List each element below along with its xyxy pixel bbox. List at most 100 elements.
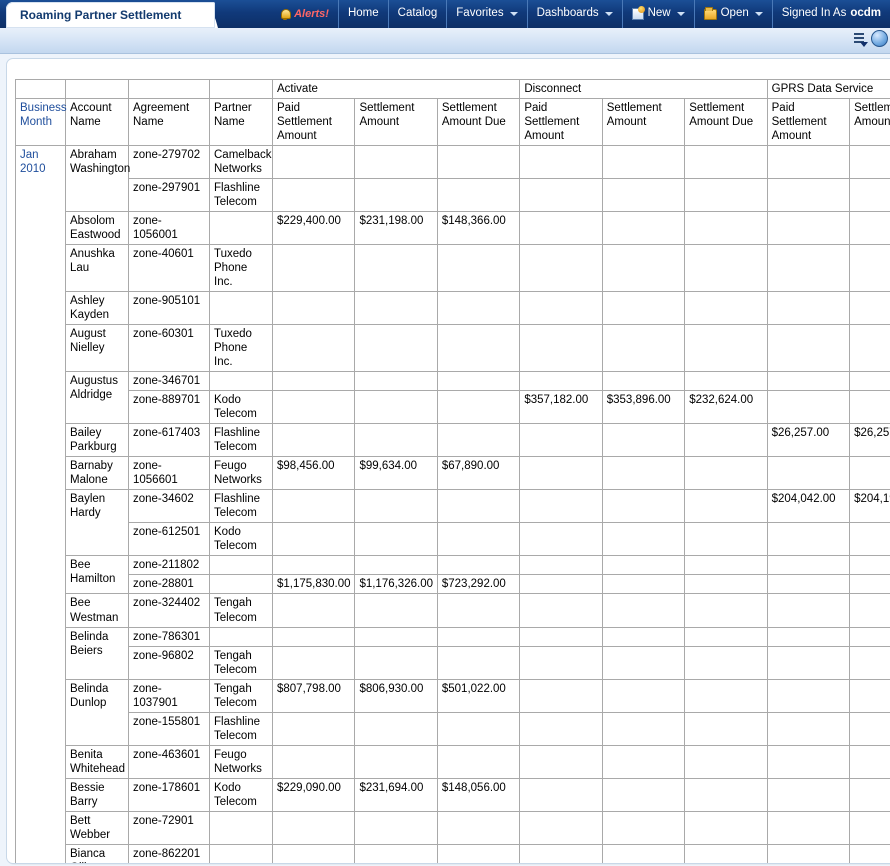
cell-disconnect-paid-settlement-amount	[520, 424, 602, 457]
cell-disconnect-paid-settlement-amount	[520, 811, 602, 844]
cell-activate-settlement-amount-due	[437, 146, 519, 179]
cell-agreement-name: zone-612501	[129, 523, 210, 556]
row-header-agreement-name[interactable]: Agreement Name	[129, 99, 210, 146]
catalog-menu-item[interactable]: Catalog	[388, 0, 447, 28]
cell-activate-settlement-amount	[355, 627, 437, 646]
favorites-menu-item[interactable]: Favorites	[446, 0, 526, 28]
cell-activate-settlement-amount	[355, 372, 437, 391]
cell-activate-settlement-amount	[355, 424, 437, 457]
cell-disconnect-settlement-amount	[602, 325, 684, 372]
cell-agreement-name: zone-889701	[129, 391, 210, 424]
pivot-table-body: Jan 2010Abraham Washingtonzone-279702Cam…	[16, 146, 890, 864]
cell-activate-settlement-amount-due	[437, 391, 519, 424]
row-header-partner-name[interactable]: Partner Name	[210, 99, 273, 146]
cell-agreement-name: zone-905101	[129, 292, 210, 325]
dashboard-tab[interactable]: Roaming Partner Settlement	[6, 2, 215, 28]
cell-partner-name: Tengah Telecom	[210, 594, 273, 627]
row-header-business-month[interactable]: Business Month	[16, 99, 66, 146]
cell-gprs-paid-settlement-amount	[767, 712, 849, 745]
cell-disconnect-settlement-amount	[602, 594, 684, 627]
new-menu-item[interactable]: New	[622, 0, 694, 28]
cell-activate-paid-settlement-amount	[273, 179, 355, 212]
measure-header-gprs-settlement-amount[interactable]: Settlement Amount	[850, 99, 890, 146]
measure-header-activate-settlement-amount-due[interactable]: Settlement Amount Due	[437, 99, 519, 146]
table-row: Anushka Lauzone-40601Tuxedo Phone Inc.	[16, 245, 890, 292]
cell-agreement-name: zone-1056601	[129, 457, 210, 490]
table-row: zone-155801Flashline Telecom	[16, 712, 890, 745]
dashboard-tab-label: Roaming Partner Settlement	[20, 8, 181, 22]
alerts-menu-item[interactable]: Alerts!	[271, 0, 338, 28]
cell-partner-name	[210, 811, 273, 844]
measure-header-gprs-paid-settlement-amount[interactable]: Paid Settlement Amount	[767, 99, 849, 146]
cell-partner-name	[210, 627, 273, 646]
row-header-partner-name-label: Partner Name	[214, 102, 252, 128]
measure-header-disconnect-paid-settlement-amount[interactable]: Paid Settlement Amount	[520, 99, 602, 146]
cell-agreement-name: zone-40601	[129, 245, 210, 292]
cell-disconnect-settlement-amount-due	[685, 844, 767, 864]
open-menu-item[interactable]: Open	[694, 0, 772, 28]
table-row: Bett Webberzone-72901	[16, 811, 890, 844]
cell-gprs-paid-settlement-amount	[767, 391, 849, 424]
cell-gprs-paid-settlement-amount: $204,042.00	[767, 490, 849, 523]
signed-in-as-menu-item[interactable]: Signed In As ocdm	[772, 0, 890, 28]
cell-disconnect-settlement-amount-due	[685, 424, 767, 457]
cell-disconnect-settlement-amount-due	[685, 811, 767, 844]
cell-partner-name	[210, 292, 273, 325]
favorites-label: Favorites	[456, 8, 503, 20]
cell-gprs-settlement-amount: $204,197.00	[850, 490, 890, 523]
measure-header-disconnect-settlement-amount-due[interactable]: Settlement Amount Due	[685, 99, 767, 146]
column-group-gprs-data-service: GPRS Data Service	[767, 80, 890, 99]
cell-agreement-name: zone-1056001	[129, 212, 210, 245]
measure-header-disconnect-settlement-amount[interactable]: Settlement Amount	[602, 99, 684, 146]
cell-disconnect-settlement-amount	[602, 523, 684, 556]
cell-partner-name: Flashline Telecom	[210, 490, 273, 523]
cell-account-name: Bee Westman	[66, 594, 129, 627]
cell-gprs-paid-settlement-amount	[767, 745, 849, 778]
cell-disconnect-settlement-amount	[602, 424, 684, 457]
new-document-icon	[632, 8, 644, 20]
table-row: Bessie Barryzone-178601Kodo Telecom$229,…	[16, 778, 890, 811]
cell-activate-paid-settlement-amount	[273, 556, 355, 575]
cell-activate-settlement-amount-due	[437, 523, 519, 556]
dashboards-menu-item[interactable]: Dashboards	[527, 0, 622, 28]
cell-account-name: Ashley Kayden	[66, 292, 129, 325]
cell-activate-settlement-amount	[355, 811, 437, 844]
cell-disconnect-settlement-amount	[602, 556, 684, 575]
cell-disconnect-settlement-amount-due	[685, 372, 767, 391]
cell-disconnect-settlement-amount-due	[685, 457, 767, 490]
measure-header-activate-settlement-amount[interactable]: Settlement Amount	[355, 99, 437, 146]
cell-agreement-name: zone-1037901	[129, 679, 210, 712]
help-circle-icon[interactable]	[871, 30, 888, 47]
corner-spacer	[66, 80, 129, 99]
cell-agreement-name: zone-617403	[129, 424, 210, 457]
measure-header-activate-paid-settlement-amount[interactable]: Paid Settlement Amount	[273, 99, 355, 146]
home-menu-item[interactable]: Home	[338, 0, 388, 28]
cell-gprs-settlement-amount	[850, 679, 890, 712]
cell-gprs-paid-settlement-amount: $26,257.00	[767, 424, 849, 457]
cell-disconnect-paid-settlement-amount	[520, 523, 602, 556]
cell-disconnect-paid-settlement-amount	[520, 325, 602, 372]
folder-open-icon	[704, 9, 717, 20]
list-options-icon[interactable]	[851, 31, 867, 47]
cell-activate-settlement-amount-due	[437, 179, 519, 212]
cell-activate-settlement-amount	[355, 594, 437, 627]
cell-activate-settlement-amount-due	[437, 245, 519, 292]
table-row: zone-28801$1,175,830.00$1,176,326.00$723…	[16, 575, 890, 594]
cell-activate-paid-settlement-amount	[273, 245, 355, 292]
cell-disconnect-settlement-amount-due	[685, 523, 767, 556]
cell-activate-settlement-amount	[355, 556, 437, 575]
cell-gprs-paid-settlement-amount	[767, 575, 849, 594]
row-header-account-name[interactable]: Account Name	[66, 99, 129, 146]
cell-account-name: Belinda Dunlop	[66, 679, 129, 745]
dashboard-toolbar	[0, 28, 890, 54]
cell-activate-settlement-amount	[355, 391, 437, 424]
cell-disconnect-paid-settlement-amount	[520, 179, 602, 212]
cell-account-name: Absolom Eastwood	[66, 212, 129, 245]
cell-disconnect-settlement-amount-due	[685, 594, 767, 627]
cell-activate-settlement-amount	[355, 646, 437, 679]
cell-activate-settlement-amount: $806,930.00	[355, 679, 437, 712]
cell-activate-settlement-amount-due	[437, 556, 519, 575]
dashboard-toolbar-actions	[851, 30, 888, 47]
cell-disconnect-paid-settlement-amount	[520, 212, 602, 245]
cell-partner-name: Feugo Networks	[210, 745, 273, 778]
